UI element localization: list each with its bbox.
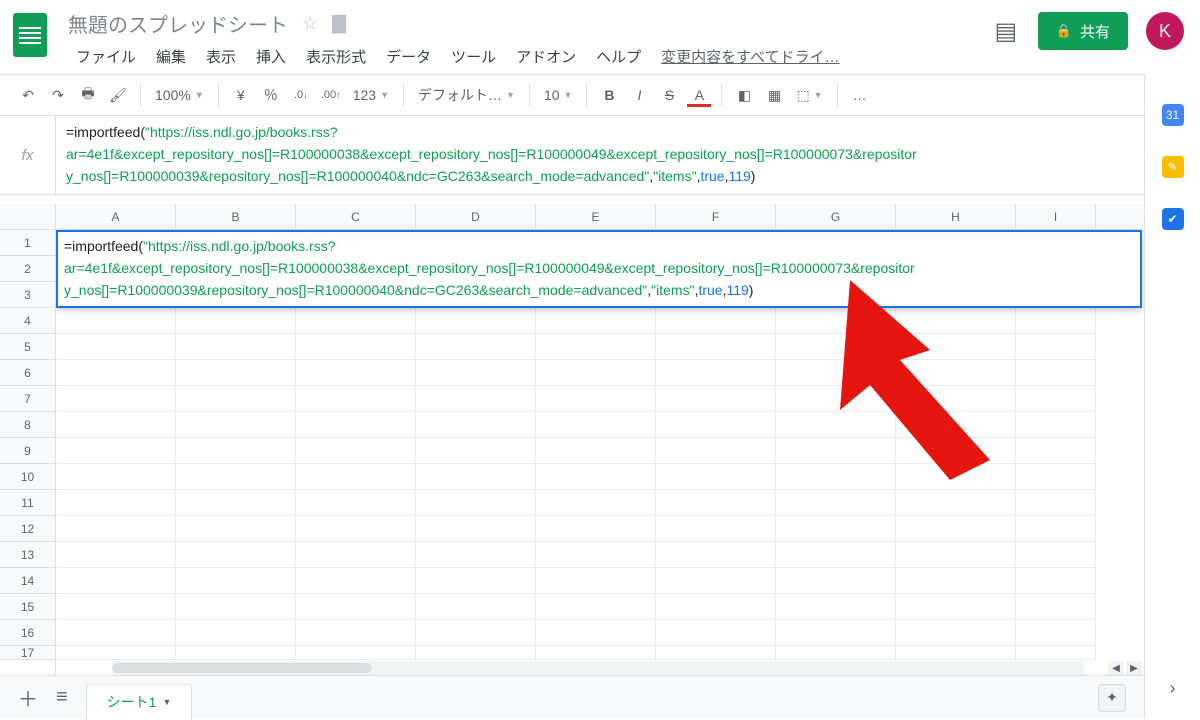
cells-area[interactable]: =importfeed("https://iss.ndl.go.jp/books… xyxy=(56,230,1144,660)
chevron-down-icon[interactable]: ▼ xyxy=(162,697,171,707)
row-header[interactable]: 16 xyxy=(0,620,55,646)
hscroll-left-icon[interactable]: ◀ xyxy=(1108,661,1124,675)
row-header[interactable]: 12 xyxy=(0,516,55,542)
row-header[interactable]: 14 xyxy=(0,568,55,594)
formula-bar: fx =importfeed("https://iss.ndl.go.jp/bo… xyxy=(0,116,1200,195)
row-header[interactable]: 3 xyxy=(0,282,55,308)
col-header[interactable]: B xyxy=(176,204,296,229)
row-header[interactable]: 6 xyxy=(0,360,55,386)
row-header[interactable]: 7 xyxy=(0,386,55,412)
keep-icon[interactable]: ✎ xyxy=(1162,156,1184,178)
sheet-tab-label: シート1 xyxy=(107,692,157,712)
menu-tools[interactable]: ツール xyxy=(443,42,504,71)
select-all-corner[interactable] xyxy=(0,204,55,230)
text-color-button[interactable]: A xyxy=(685,81,713,109)
sheet-tab-bar: ＋ ≡ シート1 ▼ xyxy=(0,675,1144,719)
undo-button[interactable]: ↶ xyxy=(14,81,42,109)
menu-format[interactable]: 表示形式 xyxy=(298,42,374,71)
row-header[interactable]: 8 xyxy=(0,412,55,438)
more-toolbar[interactable]: … xyxy=(846,81,874,109)
font-size-select[interactable]: 10▼ xyxy=(538,87,579,103)
row-header[interactable]: 15 xyxy=(0,594,55,620)
all-sheets-button[interactable]: ≡ xyxy=(56,686,68,709)
paint-format-button[interactable]: 🖌 xyxy=(104,81,132,109)
col-header[interactable]: D xyxy=(416,204,536,229)
sheets-logo[interactable] xyxy=(10,8,50,62)
column-headers: A B C D E F G H I xyxy=(56,204,1144,230)
format-currency[interactable]: ¥ xyxy=(227,81,255,109)
col-header[interactable]: A xyxy=(56,204,176,229)
add-sheet-button[interactable]: ＋ xyxy=(18,683,38,712)
print-button[interactable]: 🖶 xyxy=(74,81,102,109)
more-formats[interactable]: 123▼ xyxy=(347,87,395,103)
comments-icon[interactable]: ▤ xyxy=(992,17,1020,45)
row-header[interactable]: 17 xyxy=(0,646,55,660)
col-header[interactable]: H xyxy=(896,204,1016,229)
cell-editor[interactable]: =importfeed("https://iss.ndl.go.jp/books… xyxy=(56,230,1142,308)
row-header[interactable]: 5 xyxy=(0,334,55,360)
calendar-icon[interactable]: 31 xyxy=(1162,104,1184,126)
fill-color-button[interactable]: ◧ xyxy=(730,81,758,109)
bold-button[interactable]: B xyxy=(595,81,623,109)
col-header[interactable]: I xyxy=(1016,204,1096,229)
menu-view[interactable]: 表示 xyxy=(198,42,244,71)
menu-bar: ファイル 編集 表示 挿入 表示形式 データ ツール アドオン ヘルプ 変更内容… xyxy=(68,42,992,71)
hscroll-thumb[interactable] xyxy=(112,663,372,673)
row-header[interactable]: 4 xyxy=(0,308,55,334)
lock-icon: 🔒 xyxy=(1056,23,1072,39)
decrease-decimal[interactable]: .0↓ xyxy=(287,81,315,109)
title-actions: ▤ 🔒 共有 K xyxy=(992,8,1190,50)
row-headers: 1 2 3 4 5 6 7 8 9 10 11 12 13 14 15 16 1… xyxy=(0,204,56,675)
col-header[interactable]: G xyxy=(776,204,896,229)
formula-input[interactable]: =importfeed("https://iss.ndl.go.jp/books… xyxy=(56,116,1200,194)
horizontal-scrollbar[interactable] xyxy=(112,661,1084,675)
explore-button[interactable] xyxy=(1098,684,1126,712)
menu-help[interactable]: ヘルプ xyxy=(588,42,649,71)
spreadsheet-grid: 1 2 3 4 5 6 7 8 9 10 11 12 13 14 15 16 1… xyxy=(0,204,1144,675)
row-header[interactable]: 10 xyxy=(0,464,55,490)
hscroll-right-icon[interactable]: ▶ xyxy=(1126,661,1142,675)
fx-label: fx xyxy=(0,116,56,194)
borders-button[interactable]: ▦ xyxy=(760,81,788,109)
menu-data[interactable]: データ xyxy=(378,42,439,71)
title-column: 無題のスプレッドシート ☆ ▇ ファイル 編集 表示 挿入 表示形式 データ ツ… xyxy=(68,8,992,71)
share-label: 共有 xyxy=(1080,21,1110,42)
share-button[interactable]: 🔒 共有 xyxy=(1038,12,1128,50)
zoom-select[interactable]: 100%▼ xyxy=(149,87,210,103)
strike-button[interactable]: S xyxy=(655,81,683,109)
menu-insert[interactable]: 挿入 xyxy=(248,42,294,71)
row-header[interactable]: 11 xyxy=(0,490,55,516)
italic-button[interactable]: I xyxy=(625,81,653,109)
row-header[interactable]: 13 xyxy=(0,542,55,568)
grid-main[interactable]: A B C D E F G H I xyxy=(56,204,1144,675)
format-percent[interactable]: ％ xyxy=(257,81,285,109)
increase-decimal[interactable]: .00↑ xyxy=(317,81,345,109)
tasks-icon[interactable]: ✔ xyxy=(1162,208,1184,230)
toolbar: ↶ ↷ 🖶 🖌 100%▼ ¥ ％ .0↓ .00↑ 123▼ デフォルト…▼ … xyxy=(0,74,1200,116)
font-select[interactable]: デフォルト…▼ xyxy=(412,85,521,105)
title-bar: 無題のスプレッドシート ☆ ▇ ファイル 編集 表示 挿入 表示形式 データ ツ… xyxy=(0,0,1200,74)
side-panel-toggle-icon[interactable]: › xyxy=(1170,678,1176,699)
doc-title[interactable]: 無題のスプレッドシート xyxy=(68,9,288,38)
move-folder-icon[interactable]: ▇ xyxy=(332,13,346,34)
redo-button[interactable]: ↷ xyxy=(44,81,72,109)
last-edit-link[interactable]: 変更内容をすべてドライ… xyxy=(653,42,847,71)
menu-file[interactable]: ファイル xyxy=(68,42,144,71)
sheet-tab[interactable]: シート1 ▼ xyxy=(86,684,193,720)
row-header[interactable]: 2 xyxy=(0,256,55,282)
side-panel: 31 ✎ ✔ › xyxy=(1144,74,1200,719)
menu-addons[interactable]: アドオン xyxy=(508,42,584,71)
row-header[interactable]: 9 xyxy=(0,438,55,464)
row-header[interactable]: 1 xyxy=(0,230,55,256)
menu-edit[interactable]: 編集 xyxy=(148,42,194,71)
star-icon[interactable]: ☆ xyxy=(302,13,318,34)
col-header[interactable]: F xyxy=(656,204,776,229)
merge-button[interactable]: ⬚▼ xyxy=(790,87,828,104)
account-avatar[interactable]: K xyxy=(1146,12,1184,50)
col-header[interactable]: C xyxy=(296,204,416,229)
col-header[interactable]: E xyxy=(536,204,656,229)
